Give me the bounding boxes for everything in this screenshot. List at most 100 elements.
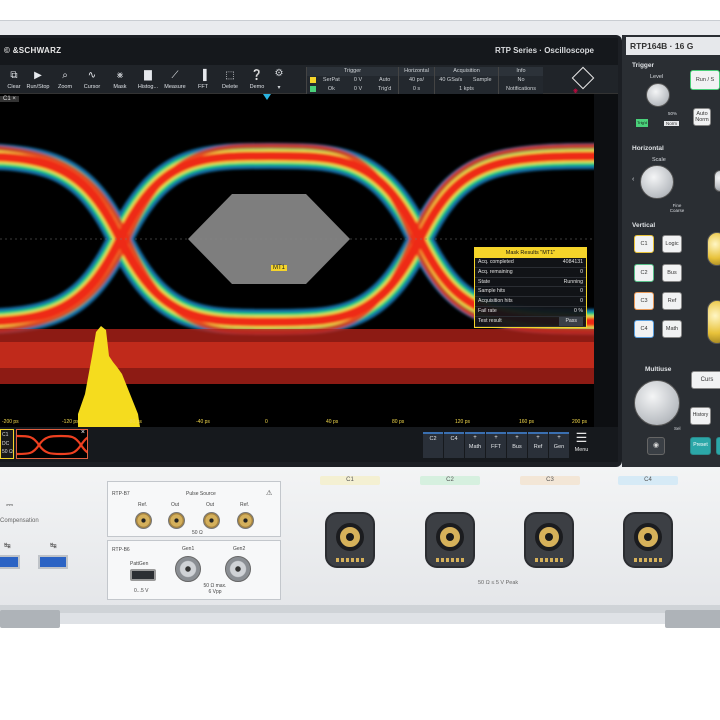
- horizontal-position-knob[interactable]: [714, 170, 720, 192]
- channel-c2-button[interactable]: C2: [634, 264, 654, 282]
- toolbar-button-measure[interactable]: ⟋ Measure: [161, 65, 189, 94]
- toolbar-label: Mask: [113, 84, 127, 90]
- c4-input-connector[interactable]: [623, 512, 673, 568]
- pulse-source-module: RTP-B7 Pulse Source ⚠ Ref. Out Out Ref. …: [107, 481, 281, 537]
- mask-label: MT1: [271, 265, 287, 271]
- result-value: Running: [563, 278, 583, 285]
- result-key: Acq. completed: [478, 259, 514, 265]
- run-stop-button[interactable]: Run / S: [690, 70, 720, 90]
- ref-button[interactable]: Ref: [662, 292, 682, 310]
- toolbar-button-delete[interactable]: ⬚ Delete: [216, 65, 244, 94]
- toolbar-button-demo[interactable]: ❔ Demo: [243, 65, 271, 94]
- ref-sma-connector[interactable]: [237, 512, 254, 529]
- gear-icon[interactable]: ⚙: [272, 68, 286, 82]
- add-ref-button[interactable]: + Ref: [528, 432, 548, 458]
- channel-c1-button[interactable]: C1: [634, 235, 654, 253]
- usb-icon: ↹: [50, 541, 57, 550]
- menu-button[interactable]: ☰ Menu: [571, 429, 592, 460]
- ref-sma-connector[interactable]: [135, 512, 152, 529]
- compensation-label: Compensation: [0, 518, 39, 524]
- add-c2-button[interactable]: C2: [423, 432, 443, 458]
- instrument-foot: [665, 610, 720, 628]
- out-sma-connector[interactable]: [168, 512, 185, 529]
- trigger-info-header: Trigger: [307, 67, 398, 76]
- pattern-generator-module: RTP-B6 PattGen 0...5 V Gen1 Gen2 50 Ω ma…: [107, 540, 281, 600]
- fifty-percent-label: 50%: [668, 111, 678, 116]
- usb-port[interactable]: [38, 555, 68, 569]
- toolbar-button-fft[interactable]: ▐ FFT: [189, 65, 217, 94]
- toolbar-button-zoom[interactable]: ⌕ Zoom: [51, 65, 79, 94]
- waveform-display[interactable]: C1 × MT1 Mask Results "MT1" Acq. complet…: [0, 94, 594, 427]
- acquisition-info-field[interactable]: Acquisition 40 GSa/s Sample 1 kpts: [434, 67, 498, 94]
- toolbar-button-histogram[interactable]: ▇ Histog...: [134, 65, 162, 94]
- channel-c3-button[interactable]: C3: [634, 292, 654, 310]
- vertical-offset-knob[interactable]: [707, 300, 720, 344]
- pulse-source-label: Pulse Source: [186, 491, 216, 497]
- cursor-button[interactable]: Curs: [691, 371, 720, 389]
- channel-c4-button[interactable]: C4: [634, 320, 654, 338]
- toolbar-label: Zoom: [57, 84, 73, 90]
- button-label: FFT: [490, 444, 502, 450]
- multiuse-knob[interactable]: [634, 380, 680, 426]
- add-c4-button[interactable]: C4: [444, 432, 464, 458]
- eye-thumbnail[interactable]: ×: [16, 429, 88, 459]
- touch-lock-icon[interactable]: ◉: [647, 437, 665, 455]
- ref-label: Ref.: [138, 502, 148, 508]
- history-button[interactable]: History: [690, 407, 711, 425]
- menu-label: Menu: [574, 447, 589, 453]
- horizontal-info-field[interactable]: Horizontal 40 ps/ 0 s: [398, 67, 434, 94]
- time-tick: 160 ps: [519, 419, 535, 425]
- notification-label: Notifications: [506, 86, 536, 92]
- vertical-c1-knob[interactable]: [707, 232, 720, 266]
- toolbar-button-run-stop[interactable]: ▶ Run/Stop: [24, 65, 52, 94]
- level-label: Level: [650, 74, 664, 80]
- info-notifications-field[interactable]: Info No Notifications: [498, 67, 543, 94]
- series-title: RTP Series · Oscilloscope: [494, 46, 594, 55]
- horizontal-info-header: Horizontal: [399, 67, 434, 76]
- brand-logo-text: © &SCHWARZ: [4, 46, 62, 55]
- instrument-foot: [0, 610, 60, 628]
- out-sma-connector[interactable]: [203, 512, 220, 529]
- mask-results-panel[interactable]: Mask Results "MT1" Acq. completed 4084131…: [474, 247, 587, 328]
- preset-button[interactable]: Preset: [690, 437, 711, 455]
- trigger-position-marker[interactable]: [263, 94, 271, 100]
- c2-input-connector[interactable]: [425, 512, 475, 568]
- toolbar-button-mask[interactable]: ⨳ Mask: [106, 65, 134, 94]
- result-key: Acq. remaining: [478, 268, 513, 275]
- gen2-connector[interactable]: [225, 556, 251, 582]
- horizontal-scale-knob[interactable]: [640, 165, 674, 199]
- toolbar-label: Run/Stop: [26, 84, 50, 90]
- add-fft-button[interactable]: + FFT: [486, 432, 506, 458]
- pattgen-connector[interactable]: [130, 569, 156, 581]
- trigger-info-field[interactable]: Trigger SerPat 0 V Auto Ok 0 V Trig'd: [306, 67, 398, 94]
- c3-input-connector[interactable]: [524, 512, 574, 568]
- close-icon[interactable]: ×: [81, 430, 85, 436]
- math-button[interactable]: Math: [662, 320, 682, 338]
- mask-polygon[interactable]: [188, 194, 350, 284]
- ground-icon: ⎓: [6, 500, 14, 510]
- out-label: Out: [206, 502, 215, 508]
- model-label: RTP164B · 16 G: [626, 37, 720, 55]
- bus-button[interactable]: Bus: [662, 264, 682, 282]
- chevron-down-icon[interactable]: ▾: [274, 84, 284, 92]
- time-tick: 200 ps: [572, 419, 588, 425]
- auto-norm-button[interactable]: Auto Norm: [693, 108, 711, 126]
- preset-side-button[interactable]: [716, 437, 720, 455]
- add-math-button[interactable]: + Math: [465, 432, 485, 458]
- thumb-coupling: DC: [2, 441, 10, 447]
- add-gen-button[interactable]: + Gen: [549, 432, 569, 458]
- c1-signal-icon[interactable]: C1 DC 50 Ω: [0, 429, 14, 459]
- logic-button[interactable]: Logic: [662, 235, 682, 253]
- mask-icon: ⨳: [116, 70, 124, 81]
- c1-channel-tab[interactable]: C1 ×: [0, 96, 19, 102]
- trigger-status-chip: [310, 86, 316, 92]
- c1-input-connector[interactable]: [325, 512, 375, 568]
- toolbar-button-cursor[interactable]: ∿ Cursor: [78, 65, 106, 94]
- button-label: Bus: [512, 444, 522, 450]
- trigger-level-knob[interactable]: [646, 83, 670, 107]
- result-key: Sample hits: [478, 288, 506, 295]
- gen1-connector[interactable]: [175, 556, 201, 582]
- usb-port[interactable]: [0, 555, 20, 569]
- add-bus-button[interactable]: + Bus: [507, 432, 527, 458]
- chevron-left-icon[interactable]: ‹: [632, 176, 634, 183]
